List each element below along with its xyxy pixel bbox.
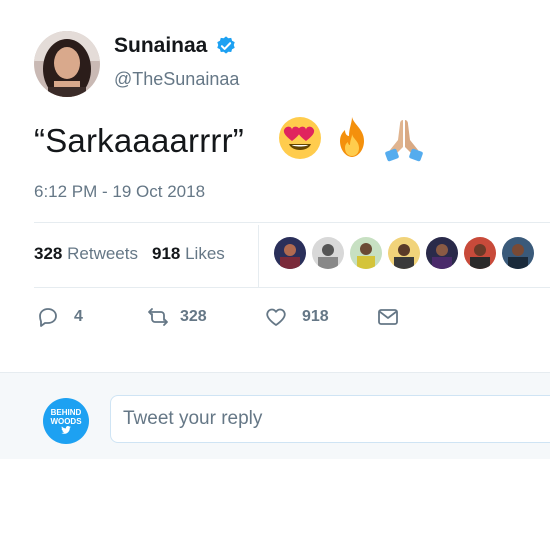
reply-icon[interactable] — [36, 305, 60, 329]
like-action[interactable]: 918 — [264, 305, 376, 329]
retweets-label: Retweets — [67, 244, 138, 263]
message-action[interactable] — [376, 305, 400, 329]
reply-avatar[interactable]: BEHIND WOODS — [43, 398, 89, 444]
tweet-emojis — [276, 114, 428, 162]
retweet-action[interactable]: 328 — [146, 305, 264, 329]
tweet-timestamp[interactable]: 6:12 PM - 19 Oct 2018 — [34, 182, 205, 202]
stats-separator — [258, 225, 259, 287]
reply-avatar-line2: WOODS — [50, 417, 82, 426]
engagement-stats: 328 Retweets 918 Likes — [34, 244, 225, 264]
divider-bottom — [34, 287, 550, 288]
retweet-count: 328 — [180, 308, 207, 325]
reply-input[interactable] — [110, 395, 550, 443]
tweet-card: Sunainaa @TheSunainaa “Sarkaaaarrrr” 6:1… — [0, 0, 550, 372]
liker-avatar[interactable] — [274, 237, 306, 269]
author-name[interactable]: Sunainaa — [114, 34, 237, 58]
divider-top — [34, 222, 550, 223]
liker-avatar[interactable] — [350, 237, 382, 269]
liker-avatar[interactable] — [464, 237, 496, 269]
liker-avatar[interactable] — [502, 237, 534, 269]
retweet-icon[interactable] — [146, 305, 170, 329]
heart-eyes-emoji-icon — [279, 117, 321, 159]
liker-avatar[interactable] — [426, 237, 458, 269]
liker-avatars — [274, 237, 534, 269]
like-count: 918 — [302, 308, 329, 325]
tweet-text: “Sarkaaaarrrr” — [34, 122, 245, 159]
heart-icon[interactable] — [264, 305, 288, 329]
liker-avatar[interactable] — [388, 237, 420, 269]
verified-badge-icon — [217, 36, 236, 54]
folded-hands-emoji-icon — [385, 120, 423, 162]
retweets-stat[interactable]: 328 Retweets — [34, 244, 138, 264]
reply-count: 4 — [74, 308, 83, 325]
reply-avatar-line1: BEHIND — [50, 408, 82, 417]
reply-action[interactable]: 4 — [36, 305, 146, 329]
likes-label: Likes — [185, 244, 225, 263]
author-name-text[interactable]: Sunainaa — [114, 34, 207, 58]
fire-emoji-icon — [340, 117, 364, 157]
author-handle[interactable]: @TheSunainaa — [114, 69, 239, 90]
likes-stat[interactable]: 918 Likes — [152, 244, 225, 264]
retweets-count: 328 — [34, 244, 63, 263]
author-avatar-image — [34, 31, 100, 97]
author-avatar[interactable] — [34, 31, 100, 97]
bird-icon — [61, 426, 71, 434]
likes-count: 918 — [151, 244, 181, 263]
tweet-actions: 4 328 918 — [36, 305, 400, 329]
reply-composer: BEHIND WOODS — [0, 372, 550, 459]
envelope-icon[interactable] — [376, 305, 400, 329]
liker-avatar[interactable] — [312, 237, 344, 269]
